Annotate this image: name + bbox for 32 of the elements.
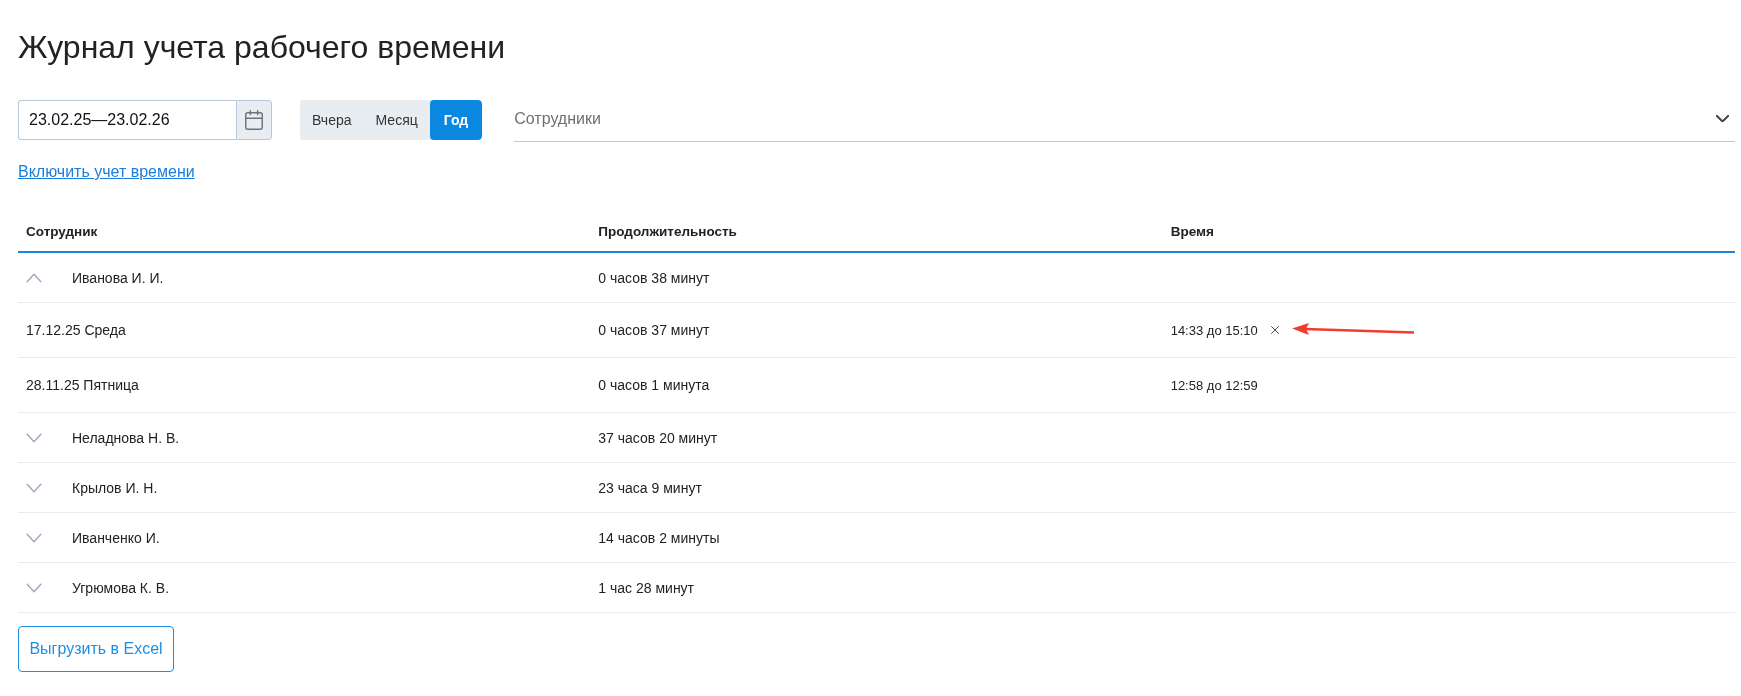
- time-range-text: 12:58 до 12:59: [1170, 377, 1258, 393]
- chevron-down-icon[interactable]: [26, 532, 42, 543]
- chevron-down-icon[interactable]: [26, 432, 42, 443]
- calendar-icon: [243, 109, 265, 131]
- duration-text: 0 часов 38 минут: [598, 269, 710, 286]
- employee-name: Крылов И. Н.: [72, 479, 158, 496]
- employee-name: Угрюмова К. В.: [72, 579, 170, 596]
- duration-text: 1 час 28 минут: [598, 579, 695, 596]
- column-header: Сотрудник: [25, 223, 98, 239]
- enable-tracking-link[interactable]: Включить учет времени: [18, 163, 195, 180]
- day-date: 28.11.25 Пятница: [26, 377, 139, 393]
- chevron-down-icon[interactable]: [26, 482, 42, 493]
- employee-name: Неладнова Н. В.: [72, 429, 180, 446]
- duration-text: 37 часов 20 минут: [598, 429, 718, 446]
- chevron-down-icon: [1716, 115, 1729, 122]
- duration-text: 14 часов 2 минуты: [598, 529, 720, 546]
- period-tab[interactable]: Год: [429, 100, 483, 140]
- chevron-down-icon[interactable]: [26, 582, 42, 593]
- chevron-up-icon[interactable]: [26, 272, 42, 283]
- duration-text: 0 часов 37 минут: [598, 322, 710, 338]
- column-header: Продолжительность: [597, 223, 737, 239]
- page-title: Журнал учета рабочего времени: [18, 28, 507, 67]
- column-header: Время: [1169, 223, 1214, 239]
- time-range-text: 14:33 до 15:10: [1170, 322, 1258, 338]
- export-excel-button[interactable]: Выгрузить в Excel: [18, 626, 174, 672]
- day-date: 17.12.25 Среда: [26, 322, 126, 338]
- duration-text: 23 часа 9 минут: [598, 479, 702, 496]
- employee-name: Иванченко И.: [72, 529, 160, 546]
- duration-text: 0 часов 1 минута: [598, 377, 710, 393]
- employee-name: Иванова И. И.: [72, 269, 164, 286]
- calendar-button[interactable]: [236, 100, 272, 140]
- date-range-field[interactable]: 23.02.25—23.02.26: [18, 100, 236, 140]
